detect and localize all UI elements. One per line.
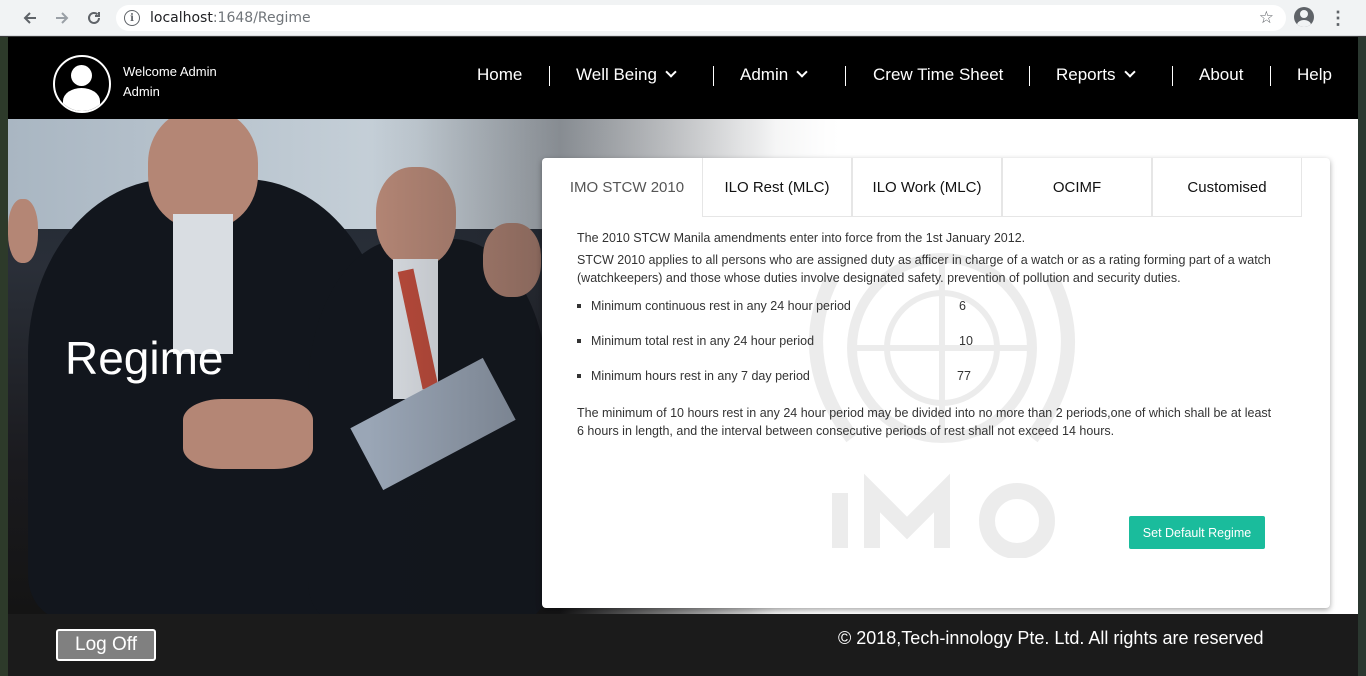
rule-value: 10 xyxy=(959,334,973,348)
hero-photo-hands xyxy=(183,399,313,469)
nav-crew-time-sheet[interactable]: Crew Time Sheet xyxy=(873,65,1003,85)
nav-well-being[interactable]: Well Being xyxy=(576,65,677,85)
nav-well-being-label: Well Being xyxy=(576,65,657,84)
menu-kebab-icon[interactable]: ⋮ xyxy=(1328,8,1348,28)
page-title: Regime xyxy=(65,332,224,384)
hero-photo-face xyxy=(8,199,38,263)
set-default-regime-button[interactable]: Set Default Regime xyxy=(1129,516,1265,549)
nav-divider xyxy=(1172,66,1173,86)
tab-ocimf[interactable]: OCIMF xyxy=(1002,158,1152,217)
nav-help[interactable]: Help xyxy=(1297,65,1332,85)
chevron-down-icon xyxy=(796,66,808,78)
hero-photo-face xyxy=(148,119,258,229)
nav-reports[interactable]: Reports xyxy=(1056,65,1136,85)
rule-label: Minimum hours rest in any 7 day period xyxy=(591,369,810,383)
rule-value: 6 xyxy=(959,299,966,313)
welcome-block: Welcome Admin Admin xyxy=(123,62,217,102)
desktop-edge-left xyxy=(0,37,8,676)
address-bar[interactable]: i localhost:1648/Regime ☆ xyxy=(116,5,1286,31)
info-icon[interactable]: i xyxy=(124,10,140,26)
chevron-down-icon xyxy=(665,66,677,78)
scope-text: STCW 2010 applies to all persons who are… xyxy=(577,253,1271,285)
nav-reports-label: Reports xyxy=(1056,65,1116,84)
nav-about[interactable]: About xyxy=(1199,65,1243,85)
list-item: Minimum hours rest in any 7 day period 77 xyxy=(577,367,1277,402)
nav-admin[interactable]: Admin xyxy=(740,65,808,85)
rule-label: Minimum continuous rest in any 24 hour p… xyxy=(591,299,851,313)
welcome-text: Welcome Admin xyxy=(123,64,217,79)
user-avatar-icon[interactable] xyxy=(53,55,111,113)
log-off-button[interactable]: Log Off xyxy=(56,629,156,661)
regime-card: IMO STCW 2010 ILO Rest (MLC) ILO Work (M… xyxy=(542,158,1330,608)
user-role: Admin xyxy=(123,84,160,99)
browser-toolbar: i localhost:1648/Regime ☆ ⋮ xyxy=(0,0,1366,36)
nav-home-label: Home xyxy=(477,65,523,84)
nav-divider xyxy=(1029,66,1030,86)
desktop-edge-right xyxy=(1358,37,1366,676)
tab-ilo-rest-mlc[interactable]: ILO Rest (MLC) xyxy=(702,158,852,217)
nav-divider xyxy=(845,66,846,86)
back-arrow-icon[interactable] xyxy=(18,6,42,30)
nav-about-label: About xyxy=(1199,65,1244,84)
rule-value: 77 xyxy=(957,369,971,383)
nav-crew-time-sheet-label: Crew Time Sheet xyxy=(873,65,1004,84)
tab-customised[interactable]: Customised xyxy=(1152,158,1302,217)
tab-imo-stcw-2010[interactable]: IMO STCW 2010 xyxy=(552,158,702,217)
nav-help-label: Help xyxy=(1297,65,1332,84)
reload-icon[interactable] xyxy=(82,6,106,30)
site-header: Welcome Admin Admin Home Well Being Admi… xyxy=(8,37,1358,119)
page: Welcome Admin Admin Home Well Being Admi… xyxy=(8,37,1358,676)
site-footer: Log Off © 2018,Tech-innology Pte. Ltd. A… xyxy=(8,614,1358,676)
chevron-down-icon xyxy=(1123,66,1136,78)
star-icon[interactable]: ☆ xyxy=(1259,9,1274,27)
account-icon[interactable] xyxy=(1294,7,1314,27)
rest-note: The minimum of 10 hours rest in any 24 h… xyxy=(577,406,1272,438)
tab-content: The 2010 STCW Manila amendments enter in… xyxy=(577,229,1277,444)
rule-label: Minimum total rest in any 24 hour period xyxy=(591,334,815,348)
regime-tabs: IMO STCW 2010 ILO Rest (MLC) ILO Work (M… xyxy=(552,158,1302,217)
rest-rules-list: Minimum continuous rest in any 24 hour p… xyxy=(577,297,1277,402)
forward-arrow-icon[interactable] xyxy=(50,6,74,30)
nav-divider xyxy=(1270,66,1271,86)
copyright-text: © 2018,Tech-innology Pte. Ltd. All right… xyxy=(838,628,1264,648)
nav-home[interactable]: Home xyxy=(477,65,522,85)
nav-divider xyxy=(549,66,550,86)
nav-divider xyxy=(713,66,714,86)
tab-ilo-work-mlc[interactable]: ILO Work (MLC) xyxy=(852,158,1002,217)
url-text: localhost:1648/Regime xyxy=(150,10,311,26)
list-item: Minimum continuous rest in any 24 hour p… xyxy=(577,297,1277,332)
nav-admin-label: Admin xyxy=(740,65,789,84)
intro-text: The 2010 STCW Manila amendments enter in… xyxy=(577,231,1026,245)
list-item: Minimum total rest in any 24 hour period… xyxy=(577,332,1277,367)
